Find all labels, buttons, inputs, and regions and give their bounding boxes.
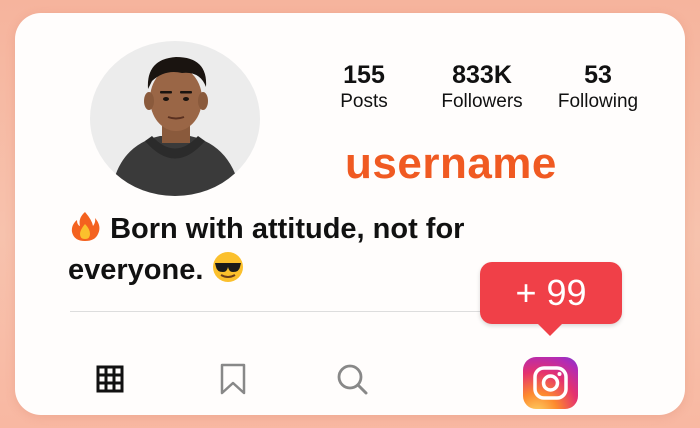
stat-followers[interactable]: 833K Followers (428, 60, 536, 114)
divider (70, 311, 540, 312)
followers-label: Followers (441, 91, 523, 112)
avatar-image (110, 57, 242, 196)
instagram-icon[interactable] (523, 357, 578, 409)
bio-line-1: Born with attitude, not for (110, 213, 465, 245)
stat-following[interactable]: 53 Following (548, 60, 648, 114)
grid-icon[interactable] (91, 360, 129, 398)
following-label: Following (557, 91, 639, 112)
bio: Born with attitude, not for everyone. (68, 210, 548, 292)
posts-label: Posts (340, 91, 388, 112)
sunglasses-emoji-icon (211, 251, 245, 292)
bio-line-2: everyone. (68, 254, 204, 286)
followers-count: 833K (452, 61, 512, 89)
username: username (345, 139, 557, 188)
bookmark-icon[interactable] (214, 360, 252, 398)
notification-badge: + 99 (480, 262, 622, 324)
stat-posts[interactable]: 155 Posts (333, 60, 395, 114)
badge-tail (536, 322, 564, 336)
posts-count: 155 (343, 61, 385, 89)
avatar[interactable] (90, 41, 260, 196)
following-count: 53 (584, 61, 612, 89)
fire-emoji-icon (68, 210, 102, 251)
search-icon[interactable] (333, 360, 371, 398)
